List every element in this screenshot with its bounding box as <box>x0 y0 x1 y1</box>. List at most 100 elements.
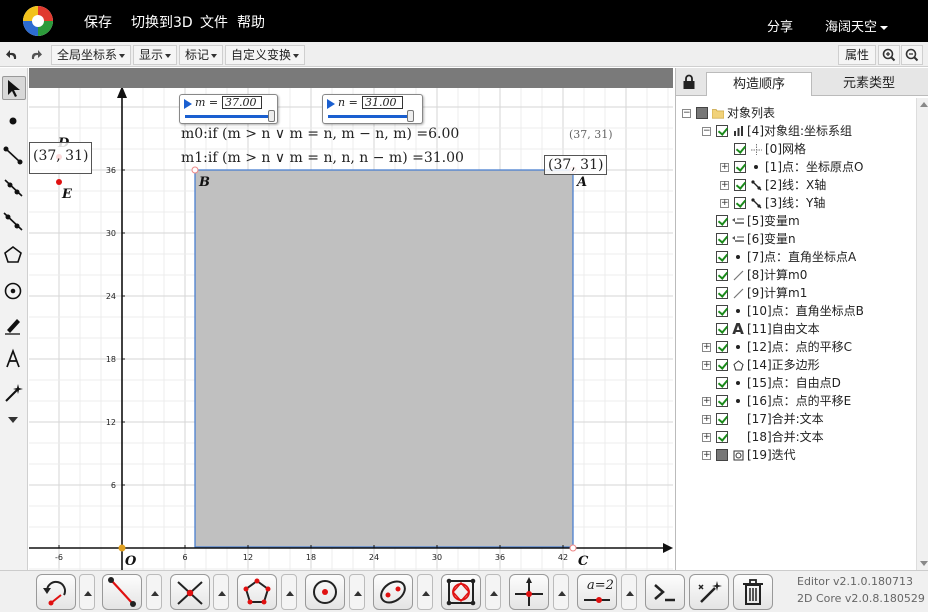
tree-row-point-d[interactable]: [15]点：自由点D <box>716 374 841 392</box>
magic-wand-button[interactable] <box>689 574 729 610</box>
measure-tool-button[interactable]: a=2 <box>577 574 617 610</box>
coordinate-text-small[interactable]: (37, 31) <box>569 128 613 141</box>
tree-row-calc-m0[interactable]: [8]计算m0 <box>716 266 807 284</box>
checkbox[interactable] <box>734 179 746 191</box>
checkbox[interactable] <box>716 125 728 137</box>
expand-icon[interactable]: + <box>702 396 711 406</box>
checkbox[interactable] <box>716 431 728 443</box>
coordinate-label-d[interactable]: (37, 31) <box>29 142 93 174</box>
scroll-down-icon[interactable] <box>920 561 928 566</box>
rotate-more-button[interactable] <box>79 574 95 610</box>
collapse-icon[interactable]: − <box>702 126 711 136</box>
square-polygon[interactable] <box>194 169 574 548</box>
checkbox[interactable] <box>716 269 728 281</box>
tree-row-polygon[interactable]: + [14]正多边形 <box>702 356 820 374</box>
checkbox[interactable] <box>716 233 728 245</box>
segment-more-button[interactable] <box>146 574 162 610</box>
properties-button[interactable]: 属性 <box>838 45 876 65</box>
drawing-canvas[interactable]: -66121824303642 36302418126 B A C D E O … <box>29 68 673 570</box>
slider-n[interactable]: n = 31.00 <box>322 94 423 124</box>
segment-tool-button[interactable] <box>102 574 142 610</box>
canvas-svg[interactable]: -66121824303642 36302418126 B A C D E O <box>29 68 673 570</box>
expand-icon[interactable]: + <box>720 162 729 172</box>
point-tool[interactable] <box>2 110 26 134</box>
measure-more-button[interactable] <box>621 574 637 610</box>
slider-m-value[interactable]: 37.00 <box>222 96 262 109</box>
checkbox[interactable] <box>716 215 728 227</box>
help-menu[interactable]: 帮助 <box>237 12 265 32</box>
slider-n-track[interactable] <box>328 115 412 118</box>
point-e-marker[interactable] <box>56 179 62 185</box>
play-icon[interactable] <box>184 99 192 109</box>
ray-tool[interactable] <box>2 176 26 200</box>
coordinate-system-dropdown[interactable]: 全局坐标系 <box>51 45 132 65</box>
redo-icon[interactable] <box>26 46 44 64</box>
point-c-marker[interactable] <box>569 544 577 552</box>
scroll-up-icon[interactable] <box>920 102 928 107</box>
expand-icon[interactable]: + <box>720 180 729 190</box>
checkbox[interactable] <box>716 287 728 299</box>
checkbox[interactable] <box>716 449 728 461</box>
checkbox[interactable] <box>716 323 728 335</box>
app-logo-icon[interactable] <box>16 4 60 38</box>
tree-row-variable-m[interactable]: [5]变量m <box>716 212 800 230</box>
checkbox[interactable] <box>734 197 746 209</box>
magic-wand-tool[interactable] <box>2 382 26 406</box>
tree-row-merge-text-17[interactable]: + [17]合并:文本 <box>702 410 824 428</box>
save-menu[interactable]: 保存 <box>84 12 112 32</box>
expand-icon[interactable]: + <box>702 432 711 442</box>
checkbox[interactable] <box>716 359 728 371</box>
checkbox[interactable] <box>716 395 728 407</box>
tab-construction-order[interactable]: 构造顺序 <box>706 72 812 96</box>
collapse-icon[interactable]: − <box>682 108 691 118</box>
coordinate-tool-button[interactable] <box>509 574 549 610</box>
polygon-tool-button[interactable] <box>237 574 277 610</box>
mark-dropdown[interactable]: 标记 <box>179 45 224 65</box>
coordinate-label-a[interactable]: (37, 31) <box>544 155 608 175</box>
delete-button[interactable] <box>733 574 773 610</box>
tab-element-type[interactable]: 元素类型 <box>816 72 922 96</box>
slider-m-track[interactable] <box>185 115 273 118</box>
checkbox[interactable] <box>734 143 746 155</box>
checkbox[interactable] <box>716 251 728 263</box>
polygon-more-button[interactable] <box>281 574 297 610</box>
expand-icon[interactable]: + <box>720 198 729 208</box>
switch-3d-menu[interactable]: 切换到3D <box>131 12 193 32</box>
circle-tool[interactable] <box>2 280 26 304</box>
command-tool-button[interactable] <box>645 574 685 610</box>
segment-tool[interactable] <box>2 144 26 168</box>
pen-tool[interactable] <box>2 314 26 338</box>
expand-icon[interactable]: + <box>702 360 711 370</box>
zoom-in-button[interactable] <box>878 45 900 65</box>
expand-icon[interactable]: + <box>702 414 711 424</box>
text-tool[interactable] <box>2 348 26 372</box>
undo-icon[interactable] <box>4 46 22 64</box>
tree-row-point-b[interactable]: [10]点：直角坐标点B <box>716 302 864 320</box>
ellipse-more-button[interactable] <box>417 574 433 610</box>
construct-tool-button[interactable] <box>441 574 481 610</box>
tree-row-free-text[interactable]: A [11]自由文本 <box>716 320 820 338</box>
tree-row-origin[interactable]: + [1]点：坐标原点O <box>720 158 863 176</box>
slider-n-value[interactable]: 31.00 <box>362 96 403 109</box>
tree-row-y-axis[interactable]: + [3]线：Y轴 <box>720 194 825 212</box>
point-b-marker[interactable] <box>191 166 199 174</box>
tree-row-grid[interactable]: [0]网格 <box>734 140 806 158</box>
construct-more-button[interactable] <box>485 574 501 610</box>
select-tool[interactable] <box>2 76 26 100</box>
tree-row-root[interactable]: − 对象列表 <box>682 104 775 122</box>
rotate-tool-button[interactable] <box>36 574 76 610</box>
checkbox[interactable] <box>696 107 708 119</box>
circle-tool-button[interactable] <box>305 574 345 610</box>
tree-row-merge-text-18[interactable]: + [18]合并:文本 <box>702 428 824 446</box>
share-menu[interactable]: 分享 <box>767 16 793 35</box>
coordinate-more-button[interactable] <box>553 574 569 610</box>
polygon-tool[interactable] <box>2 244 26 268</box>
play-icon[interactable] <box>327 99 335 109</box>
expand-icon[interactable]: + <box>702 342 711 352</box>
user-menu[interactable]: 海阔天空 <box>825 16 889 35</box>
line-tool[interactable] <box>2 210 26 234</box>
zoom-out-button[interactable] <box>901 45 923 65</box>
display-dropdown[interactable]: 显示 <box>133 45 178 65</box>
checkbox[interactable] <box>716 413 728 425</box>
checkbox[interactable] <box>716 305 728 317</box>
